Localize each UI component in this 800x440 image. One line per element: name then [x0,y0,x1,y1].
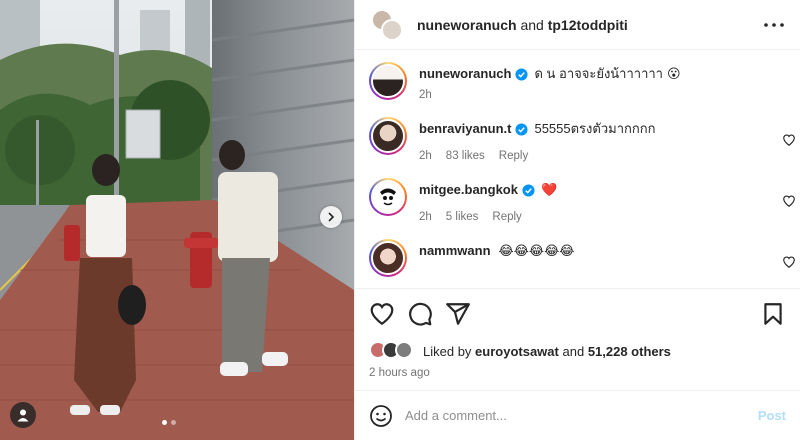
author-username[interactable]: nuneworanuch [417,17,517,33]
avatar[interactable] [369,239,407,277]
like-comment-icon[interactable] [782,194,796,208]
add-comment-bar: Post [355,390,800,440]
post-panel: nuneworanuch and tp12toddpiti nuneworanu… [354,0,800,440]
tagged-users-button[interactable] [10,402,36,428]
comment-time: 2h [419,89,432,101]
carousel-dot [162,420,167,425]
comment-text: 55555ตรงตัวมากกกก [534,121,656,136]
like-comment-icon[interactable] [782,255,796,269]
carousel-dot [171,420,176,425]
post-header: nuneworanuch and tp12toddpiti [355,0,800,50]
comment-username[interactable]: mitgee.bangkok [419,181,518,199]
avatar [381,18,403,41]
more-icon [764,22,784,27]
save-icon[interactable] [760,301,786,327]
list-item: nammwann 😂😂😂😂😂 [355,239,800,277]
comment-input[interactable] [405,408,758,423]
avatar[interactable] [369,117,407,155]
street-scene-image [0,0,354,440]
likes-connector: and [562,343,585,359]
carousel-dots [162,420,176,425]
avatar[interactable] [369,62,407,100]
comments-list[interactable]: nuneworanuch ด น อาจจะยังน้าาาาาา 😮 2h b… [355,50,800,287]
list-item: benraviyanun.t 55555ตรงตัวมากกกก 2h 83 l… [355,117,800,162]
comment-likes[interactable]: 83 likes [446,150,485,162]
post-actions: Liked by euroyotsawat and 51,228 others … [355,288,800,379]
list-item: mitgee.bangkok ❤️ 2h 5 likes Reply [355,178,800,223]
post-button[interactable]: Post [758,408,786,423]
comment-text: ❤️ [540,182,558,197]
next-arrow-icon [328,212,335,222]
avatar [395,341,413,359]
collab-avatars[interactable] [369,8,405,41]
comment-text: 😂😂😂😂😂 [498,243,575,258]
heart-icon[interactable] [369,301,395,327]
comment-text: ด น อาจจะยังน้าาาาาา [534,66,663,81]
comment-time: 2h [419,211,432,223]
share-icon[interactable] [445,301,471,327]
likes-prefix: Liked by [423,343,472,359]
comment-username[interactable]: nuneworanuch [419,65,511,83]
emoji-icon[interactable] [369,404,393,428]
liker-avatars [369,341,417,361]
comment-likes[interactable]: 5 likes [446,211,479,223]
post-photo[interactable] [0,0,354,440]
reply-button[interactable]: Reply [492,211,521,223]
post-timestamp[interactable]: 2 hours ago [369,367,786,379]
comment-username[interactable]: benraviyanun.t [419,120,511,138]
likes-others[interactable]: 51,228 others [588,344,671,359]
comment-username[interactable]: nammwann [419,242,491,260]
more-options-button[interactable] [762,13,786,37]
verified-badge-icon [522,183,535,197]
comment-icon[interactable] [407,301,433,327]
next-photo-button[interactable] [320,206,342,228]
like-comment-icon[interactable] [782,133,796,147]
avatar[interactable] [369,178,407,216]
verified-badge-icon [515,122,529,136]
likes-summary: Liked by euroyotsawat and 51,228 others [369,341,786,361]
list-item: nuneworanuch ด น อาจจะยังน้าาาาาา 😮 2h [355,62,800,101]
user-tag-icon [17,409,29,422]
author-connector: and [520,16,544,33]
comment-time: 2h [419,150,432,162]
liker-username[interactable]: euroyotsawat [475,344,559,359]
verified-badge-icon [515,67,528,81]
reply-button[interactable]: Reply [499,150,528,162]
post-authors: nuneworanuch and tp12toddpiti [417,17,762,33]
comment-emoji: 😮 [666,66,681,81]
author-username[interactable]: tp12toddpiti [548,17,628,33]
